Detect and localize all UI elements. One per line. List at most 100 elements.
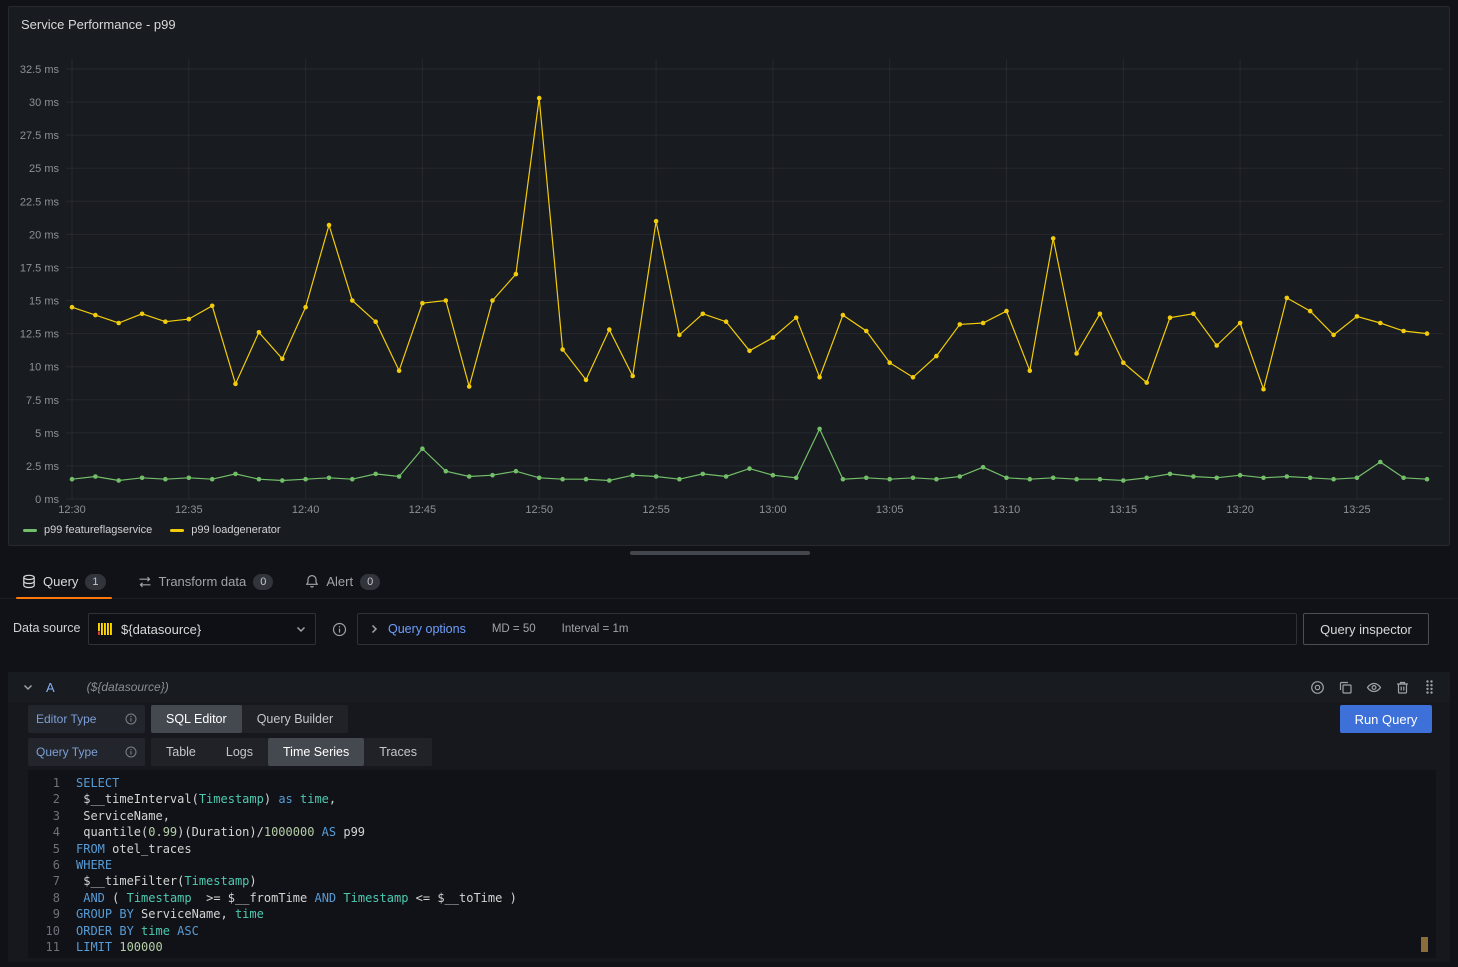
info-icon[interactable]	[125, 746, 137, 758]
svg-text:12:45: 12:45	[409, 504, 437, 516]
editor-type-segmented-control: SQL Editor Query Builder	[151, 705, 348, 733]
hide-response-icon[interactable]	[1366, 680, 1382, 695]
query-datasource-hint: (${datasource})	[87, 680, 169, 694]
svg-text:12:55: 12:55	[642, 504, 670, 516]
svg-text:13:00: 13:00	[759, 504, 787, 516]
sql-code[interactable]: SELECT $__timeInterval(Timestamp) as tim…	[76, 775, 1436, 958]
help-circle-icon	[332, 622, 347, 637]
info-icon[interactable]	[125, 713, 137, 725]
code-line[interactable]: AND ( Timestamp >= $__fromTime AND Times…	[76, 890, 1436, 906]
sql-editor[interactable]: 1234567891011 SELECT $__timeInterval(Tim…	[28, 770, 1436, 958]
line-number: 1	[28, 775, 60, 791]
query-type-logs[interactable]: Logs	[211, 738, 268, 766]
editor-tabs: Query 1 Transform data 0 Alert 0	[0, 565, 1458, 599]
query-type-label: Query Type	[28, 738, 145, 766]
code-line[interactable]: SELECT	[76, 775, 1436, 791]
query-options-bar[interactable]: Query options MD = 50 Interval = 1m	[357, 613, 1297, 645]
query-row-header[interactable]: A (${datasource})	[8, 672, 1450, 702]
tab-label: Query	[43, 574, 78, 589]
datasource-label: Data source	[13, 621, 80, 635]
query-type-row: Query Type Table Logs Time Series Traces	[28, 738, 432, 766]
chevron-down-icon	[295, 623, 307, 635]
svg-text:22.5 ms: 22.5 ms	[20, 196, 60, 208]
run-query-button[interactable]: Run Query	[1340, 705, 1432, 733]
code-line[interactable]: WHERE	[76, 857, 1436, 873]
datasource-picker[interactable]: ${datasource}	[88, 613, 316, 645]
interval-value: Interval = 1m	[562, 623, 629, 635]
svg-text:32.5 ms: 32.5 ms	[20, 64, 60, 76]
disable-query-icon[interactable]	[1310, 680, 1325, 695]
svg-text:30 ms: 30 ms	[29, 97, 59, 109]
svg-text:7.5 ms: 7.5 ms	[26, 395, 60, 407]
line-number: 4	[28, 824, 60, 840]
tab-count-badge: 0	[253, 574, 273, 590]
datasource-logo-icon	[97, 621, 113, 637]
query-type-table[interactable]: Table	[151, 738, 211, 766]
database-icon	[22, 574, 36, 589]
svg-text:13:20: 13:20	[1226, 504, 1254, 516]
remove-query-icon[interactable]	[1395, 680, 1410, 695]
timeseries-panel: Service Performance - p99 0 ms2.5 ms5 ms…	[8, 6, 1450, 546]
datasource-value: ${datasource}	[121, 622, 287, 637]
svg-text:2.5 ms: 2.5 ms	[26, 461, 60, 473]
drag-handle-icon[interactable]	[1423, 679, 1436, 695]
query-ref-id[interactable]: A	[46, 680, 55, 695]
query-type-label-text: Query Type	[36, 745, 98, 759]
legend-item-loadgenerator[interactable]: p99 loadgenerator	[170, 524, 280, 536]
line-number: 7	[28, 873, 60, 889]
series-p99-featureflagservice	[70, 427, 1430, 483]
editor-type-row: Editor Type SQL Editor Query Builder	[28, 705, 348, 733]
svg-text:17.5 ms: 17.5 ms	[20, 263, 60, 275]
svg-text:12:40: 12:40	[292, 504, 320, 516]
tab-label: Alert	[326, 574, 353, 589]
panel-title[interactable]: Service Performance - p99	[21, 17, 176, 32]
query-type-segmented-control: Table Logs Time Series Traces	[151, 738, 432, 766]
line-number: 2	[28, 791, 60, 807]
line-number: 11	[28, 939, 60, 955]
svg-text:13:05: 13:05	[876, 504, 904, 516]
tab-alert[interactable]: Alert 0	[297, 565, 388, 599]
code-line[interactable]: FROM otel_traces	[76, 841, 1436, 857]
code-line[interactable]: $__timeFilter(Timestamp)	[76, 873, 1436, 889]
tab-count-badge: 0	[360, 574, 380, 590]
query-options-link[interactable]: Query options	[388, 622, 466, 636]
legend-swatch	[170, 529, 184, 532]
query-type-time-series[interactable]: Time Series	[268, 738, 364, 766]
editor-type-sql-editor[interactable]: SQL Editor	[151, 705, 242, 733]
svg-text:27.5 ms: 27.5 ms	[20, 130, 60, 142]
query-inspector-button[interactable]: Query inspector	[1303, 613, 1429, 645]
svg-text:25 ms: 25 ms	[29, 163, 59, 175]
svg-text:12:50: 12:50	[525, 504, 553, 516]
chart-svg[interactable]: 0 ms2.5 ms5 ms7.5 ms10 ms12.5 ms15 ms17.…	[9, 39, 1447, 521]
copy-query-icon[interactable]	[1338, 680, 1353, 695]
svg-text:12:35: 12:35	[175, 504, 203, 516]
code-line[interactable]: ServiceName,	[76, 808, 1436, 824]
code-line[interactable]: $__timeInterval(Timestamp) as time,	[76, 791, 1436, 807]
chart-legend: p99 featureflagservice p99 loadgenerator	[23, 524, 281, 536]
query-inspector-label: Query inspector	[1320, 622, 1412, 637]
legend-swatch	[23, 529, 37, 532]
y-axis-labels: 0 ms2.5 ms5 ms7.5 ms10 ms12.5 ms15 ms17.…	[20, 64, 60, 506]
tab-count-badge: 1	[85, 574, 105, 590]
code-line[interactable]: ORDER BY time ASC	[76, 923, 1436, 939]
svg-text:12.5 ms: 12.5 ms	[20, 329, 60, 341]
code-line[interactable]: LIMIT 100000	[76, 939, 1436, 955]
legend-item-featureflagservice[interactable]: p99 featureflagservice	[23, 524, 152, 536]
horizontal-scrollbar[interactable]	[630, 551, 810, 555]
svg-text:12:30: 12:30	[58, 504, 86, 516]
line-number: 5	[28, 841, 60, 857]
query-type-traces[interactable]: Traces	[364, 738, 432, 766]
svg-text:13:25: 13:25	[1343, 504, 1371, 516]
tab-query[interactable]: Query 1	[14, 565, 114, 599]
code-line[interactable]: quantile(0.99)(Duration)/1000000 AS p99	[76, 824, 1436, 840]
query-row-actions	[1310, 679, 1436, 695]
code-line[interactable]: GROUP BY ServiceName, time	[76, 906, 1436, 922]
editor-type-query-builder[interactable]: Query Builder	[242, 705, 348, 733]
collapse-chevron-icon[interactable]	[22, 681, 34, 693]
max-data-points-value: MD = 50	[492, 623, 536, 635]
tab-transform-data[interactable]: Transform data 0	[130, 565, 282, 599]
editor-cursor-marker	[1421, 937, 1428, 952]
line-number: 10	[28, 923, 60, 939]
datasource-help-button[interactable]	[324, 613, 354, 645]
grafana-panel-editor: Service Performance - p99 0 ms2.5 ms5 ms…	[0, 0, 1458, 967]
